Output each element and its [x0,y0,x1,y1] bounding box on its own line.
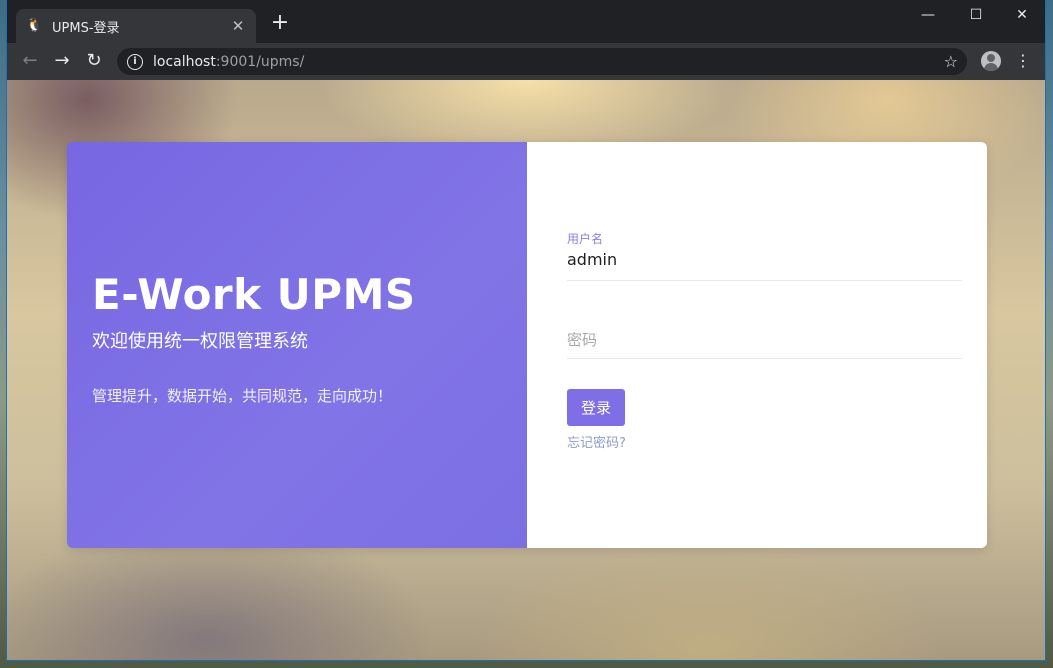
url-text: localhost:9001/upms/ [153,54,304,70]
address-bar[interactable]: i localhost:9001/upms/ ☆ [117,48,967,75]
page-viewport: E-Work UPMS 欢迎使用统一权限管理系统 管理提升，数据开始，共同规范，… [7,80,1045,660]
intro-panel: E-Work UPMS 欢迎使用统一权限管理系统 管理提升，数据开始，共同规范，… [67,142,527,548]
profile-avatar-icon[interactable] [981,51,1001,71]
forgot-password-link[interactable]: 忘记密码? [567,432,626,451]
username-label: 用户名 [567,232,604,246]
avatar-body [984,63,998,71]
bookmark-star-icon[interactable]: ☆ [944,52,958,71]
tab-close-icon[interactable]: ✕ [230,17,246,35]
forward-icon[interactable]: → [50,49,74,73]
back-icon[interactable]: ← [18,49,42,73]
browser-tab[interactable]: 🐧 UPMS-登录 ✕ [16,9,256,43]
close-window-button[interactable]: ✕ [999,0,1045,30]
reload-icon[interactable]: ↻ [82,49,106,73]
login-form: 用户名 admin 登录 忘记密码? [527,142,987,548]
title-bar: 🐧 UPMS-登录 ✕ + — ☐ ✕ [7,0,1045,43]
password-input[interactable] [567,331,962,349]
site-info-icon[interactable]: i [127,53,143,70]
username-input[interactable]: admin [567,250,962,280]
brand-title: E-Work UPMS [92,270,416,319]
browser-window: 🐧 UPMS-登录 ✕ + — ☐ ✕ ← → ↻ i localhost:90… [7,0,1045,660]
url-host: localhost [153,53,216,70]
new-tab-button[interactable]: + [269,12,291,34]
browser-menu-icon[interactable]: ⋮ [1015,49,1031,73]
tab-title: UPMS-登录 [52,20,120,36]
url-path: :9001/upms/ [215,53,305,70]
tux-favicon-icon: 🐧 [26,18,43,33]
browser-toolbar: ← → ↻ i localhost:9001/upms/ ☆ ⋮ [7,43,1045,80]
login-button[interactable]: 登录 [567,389,625,426]
maximize-button[interactable]: ☐ [953,0,999,30]
slogan-text: 管理提升，数据开始，共同规范，走向成功！ [92,387,393,405]
minimize-button[interactable]: — [905,0,951,30]
welcome-text: 欢迎使用统一权限管理系统 [92,331,308,352]
username-field[interactable]: 用户名 admin [567,230,962,281]
login-card: E-Work UPMS 欢迎使用统一权限管理系统 管理提升，数据开始，共同规范，… [67,142,987,548]
avatar-head [987,54,995,62]
password-field[interactable] [567,330,962,359]
